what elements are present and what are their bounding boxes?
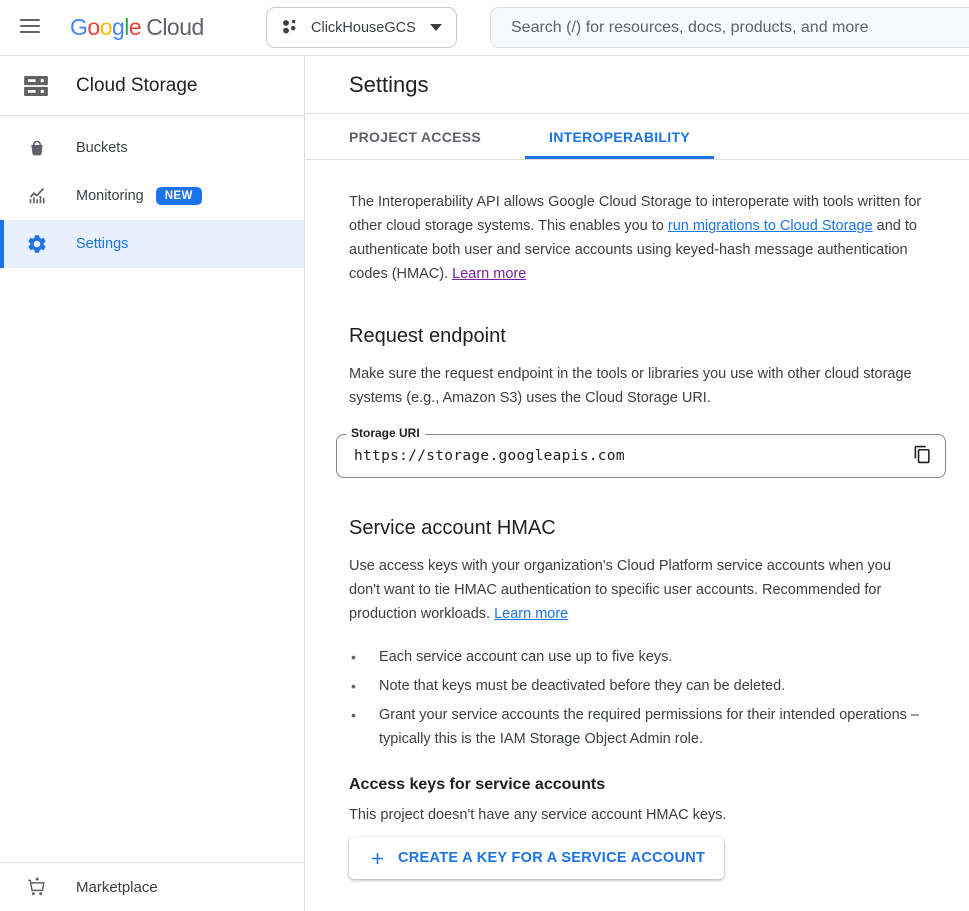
copy-icon [913, 445, 932, 467]
hmac-bullet-list: Each service account can use up to five … [349, 645, 925, 751]
project-name: ClickHouseGCS [311, 20, 416, 36]
sidebar-item-label: Marketplace [76, 879, 158, 896]
access-keys-heading: Access keys for service accounts [349, 775, 925, 795]
hmac-paragraph: Use access keys with your organization's… [349, 554, 925, 626]
google-logo-wordmark: Google [70, 14, 141, 41]
storage-uri-label: Storage URI [346, 426, 425, 440]
new-badge: NEW [156, 187, 202, 205]
copy-button[interactable] [902, 436, 942, 476]
page-title: Settings [349, 72, 429, 98]
create-key-button[interactable]: CREATE A KEY FOR A SERVICE ACCOUNT [349, 837, 724, 879]
hmac-bullet: Each service account can use up to five … [349, 645, 925, 669]
access-keys-empty-text: This project doesn't have any service ac… [349, 803, 925, 827]
search-box[interactable] [490, 7, 969, 48]
monitoring-chart-icon [25, 184, 49, 208]
hmac-bullet: Grant your service accounts the required… [349, 703, 925, 751]
app-shell: Cloud Storage Buckets Monitoring NEW [0, 56, 969, 911]
request-endpoint-heading: Request endpoint [349, 322, 925, 350]
bucket-icon [25, 136, 49, 160]
hmac-learn-more-link[interactable]: Learn more [494, 606, 568, 622]
sidebar-item-monitoring[interactable]: Monitoring NEW [0, 172, 304, 220]
storage-uri-field: Storage URI https://storage.googleapis.c… [336, 434, 946, 478]
sidebar-item-label: Settings [76, 236, 128, 252]
tab-project-access[interactable]: PROJECT ACCESS [325, 114, 505, 159]
tab-panel-interoperability: The Interoperability API allows Google C… [305, 160, 969, 879]
sidebar-item-label: Monitoring [76, 188, 144, 204]
service-account-hmac-heading: Service account HMAC [349, 514, 925, 542]
hamburger-menu-button[interactable] [6, 4, 54, 52]
chevron-down-icon [430, 20, 442, 35]
cloud-storage-icon [21, 71, 51, 101]
project-switcher-icon [281, 17, 299, 38]
main-content: Settings PROJECT ACCESS INTEROPERABILITY… [305, 56, 969, 911]
run-migrations-link[interactable]: run migrations to Cloud Storage [668, 218, 873, 234]
logo-cloud-text: Cloud [146, 14, 204, 41]
tab-bar: PROJECT ACCESS INTEROPERABILITY [305, 114, 969, 160]
top-bar: Google Cloud ClickHouseGCS [0, 0, 969, 56]
sidebar-product-header: Cloud Storage [0, 56, 304, 116]
hmac-bullet: Note that keys must be deactivated befor… [349, 674, 925, 698]
interoperability-learn-more-link[interactable]: Learn more [452, 266, 526, 282]
tab-interoperability[interactable]: INTEROPERABILITY [525, 114, 714, 159]
request-endpoint-paragraph: Make sure the request endpoint in the to… [349, 362, 925, 410]
hmac-text: Use access keys with your organization's… [349, 558, 891, 622]
page-header: Settings [305, 56, 969, 114]
sidebar-item-label: Buckets [76, 140, 128, 156]
search-input[interactable] [511, 19, 969, 37]
sidebar-item-settings[interactable]: Settings [0, 220, 304, 268]
google-cloud-logo[interactable]: Google Cloud [70, 14, 204, 41]
storage-uri-value: https://storage.googleapis.com [337, 448, 902, 464]
hamburger-icon [20, 19, 40, 36]
product-title: Cloud Storage [76, 75, 197, 97]
gear-icon [25, 232, 49, 256]
intro-paragraph: The Interoperability API allows Google C… [349, 190, 925, 286]
sidebar-nav: Buckets Monitoring NEW Settings [0, 116, 304, 862]
sidebar-item-buckets[interactable]: Buckets [0, 124, 304, 172]
sidebar: Cloud Storage Buckets Monitoring NEW [0, 56, 305, 911]
plus-icon [368, 849, 387, 868]
project-selector-button[interactable]: ClickHouseGCS [266, 7, 457, 48]
marketplace-cart-icon [25, 875, 49, 899]
create-key-button-label: CREATE A KEY FOR A SERVICE ACCOUNT [398, 850, 705, 866]
sidebar-item-marketplace[interactable]: Marketplace [0, 862, 304, 911]
